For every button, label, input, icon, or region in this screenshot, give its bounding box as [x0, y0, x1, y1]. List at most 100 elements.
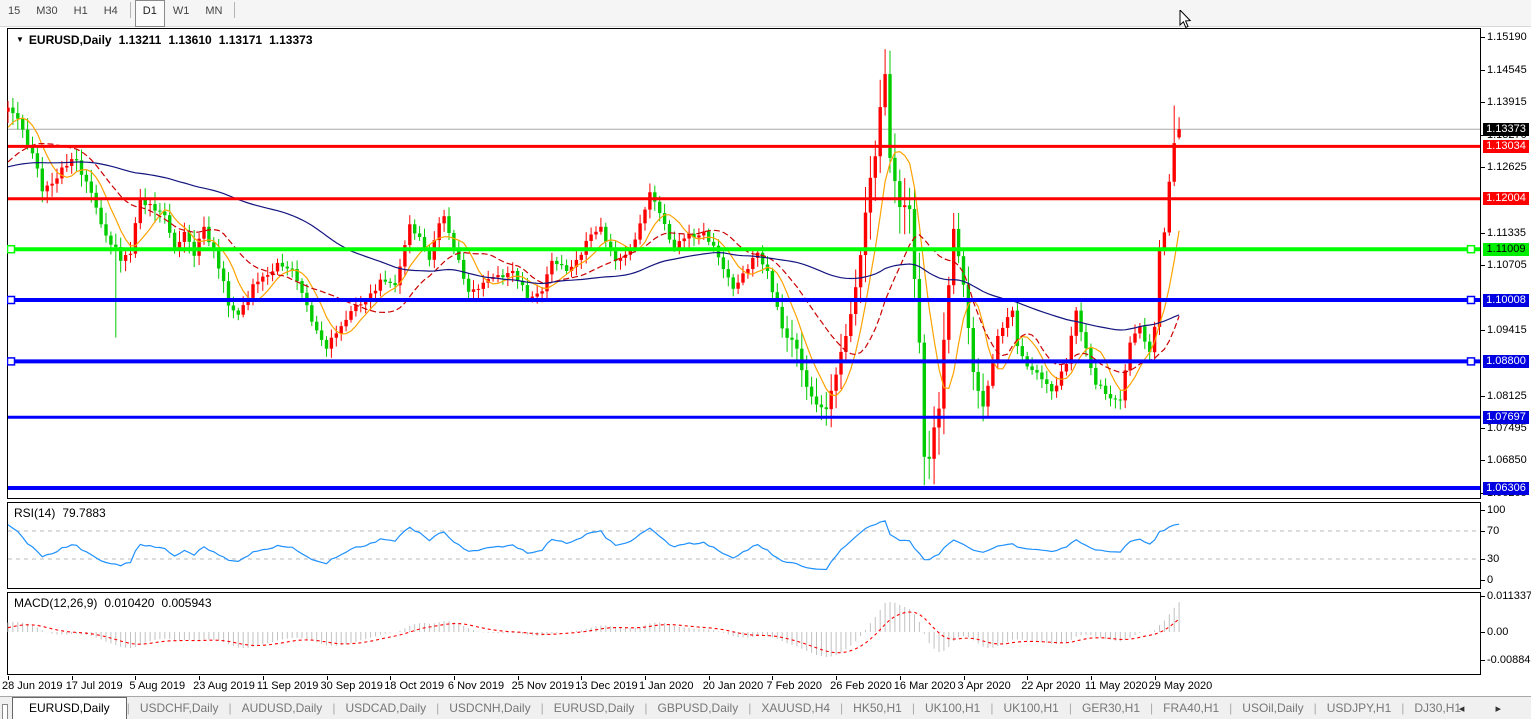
- timeframe-button-d1[interactable]: D1: [135, 0, 165, 27]
- main-chart[interactable]: [7, 28, 1481, 499]
- date-label: 1 Jan 2020: [639, 680, 693, 692]
- ohlc-high: 1.13610: [168, 33, 211, 47]
- price-label-1.13034: 1.13034: [1483, 140, 1529, 153]
- rsi-axis-tick: [1481, 580, 1485, 581]
- macd-main-value: 0.010420: [104, 596, 154, 610]
- date-label: 22 Apr 2020: [1021, 680, 1080, 692]
- price-axis-tick: [1481, 70, 1485, 71]
- chart-symbol: EURUSD,Daily: [29, 33, 112, 47]
- price-axis-tick: [1481, 396, 1485, 397]
- price-label-1.12004: 1.12004: [1483, 192, 1529, 205]
- macd-axis-tick: [1481, 660, 1485, 661]
- date-label: 17 Jul 2019: [66, 680, 123, 692]
- price-label-1.13373: 1.13373: [1483, 123, 1529, 136]
- price-axis-label: 1.12625: [1487, 161, 1527, 173]
- timeframe-button-m30[interactable]: M30: [28, 0, 65, 26]
- macd-axis-label: 0.011337: [1487, 590, 1531, 602]
- timeframe-button-h1[interactable]: H1: [66, 0, 96, 26]
- price-axis-tick: [1481, 265, 1485, 266]
- date-label: 7 Feb 2020: [766, 680, 822, 692]
- macd-signal-value: 0.005943: [161, 596, 211, 610]
- chart-tabs: EURUSD,Daily|USDCHF,Daily|AUDUSD,Daily|U…: [0, 696, 1531, 719]
- price-axis-label: 1.14545: [1487, 64, 1527, 76]
- macd-axis-tick: [1481, 596, 1485, 597]
- macd-axis-tick: [1481, 632, 1485, 633]
- chart-tab-usdjpy-h1[interactable]: USDJPY,H1: [1317, 697, 1401, 719]
- chart-tab-xauusd-h4[interactable]: XAUUSD,H4: [751, 697, 840, 719]
- date-label: 16 Mar 2020: [894, 680, 956, 692]
- price-axis-tick: [1481, 102, 1485, 103]
- rsi-axis-tick: [1481, 559, 1485, 560]
- price-axis-label: 1.10705: [1487, 259, 1527, 271]
- price-label-1.06306: 1.06306: [1483, 482, 1529, 495]
- macd-name: MACD(12,26,9): [14, 596, 97, 610]
- timeframe-button-mn[interactable]: MN: [197, 0, 230, 26]
- price-axis-label: 1.08125: [1487, 390, 1527, 402]
- date-label: 3 Apr 2020: [958, 680, 1011, 692]
- chart-tab-usoil-daily[interactable]: USOil,Daily: [1232, 697, 1313, 719]
- rsi-axis-tick: [1481, 531, 1485, 532]
- chart-tab-uk100-h1[interactable]: UK100,H1: [993, 697, 1068, 719]
- chart-tab-usdcnh-daily[interactable]: USDCNH,Daily: [439, 697, 540, 719]
- rsi-title: RSI(14) 79.7883: [14, 506, 106, 520]
- chart-tab-eurusd-daily[interactable]: EURUSD,Daily: [12, 697, 127, 719]
- price-label-1.08800: 1.08800: [1483, 355, 1529, 368]
- price-axis-label: 1.11335: [1487, 227, 1526, 239]
- tab-stub: [2, 704, 8, 719]
- chart-tab-gbpusd-daily[interactable]: GBPUSD,Daily: [648, 697, 749, 719]
- timeframe-toolbar: 15M30H1H4 D1W1MN: [0, 0, 1531, 27]
- rsi-axis-label: 100: [1487, 504, 1505, 516]
- tab-scroll-arrows[interactable]: ◂ ▸: [1459, 702, 1515, 715]
- timeframe-button-w1[interactable]: W1: [165, 0, 198, 26]
- price-axis-tick: [1481, 428, 1485, 429]
- ohlc-open: 1.13211: [119, 33, 162, 47]
- chart-tab-eurusd-daily[interactable]: EURUSD,Daily: [544, 697, 645, 719]
- price-label-1.07697: 1.07697: [1483, 411, 1529, 424]
- date-label: 25 Nov 2019: [512, 680, 574, 692]
- timeframe-button-15[interactable]: 15: [0, 0, 28, 26]
- rsi-axis-label: 70: [1487, 525, 1499, 537]
- rsi-name: RSI(14): [14, 506, 55, 520]
- toolbar-separator: [234, 2, 235, 18]
- chart-title: ▼ EURUSD,Daily 1.13211 1.13610 1.13171 1.1337…: [16, 33, 313, 47]
- rsi-axis-tick: [1481, 510, 1485, 511]
- rsi-value: 79.7883: [62, 506, 105, 520]
- mouse-cursor: [1179, 10, 1193, 30]
- price-axis-label: 1.13915: [1487, 96, 1527, 108]
- price-axis-tick: [1481, 167, 1485, 168]
- macd-axis-label: 0.00: [1487, 626, 1508, 638]
- date-label: 18 Oct 2019: [384, 680, 444, 692]
- macd-axis-label: -0.008848: [1487, 654, 1531, 666]
- chart-tab-usdchf-daily[interactable]: USDCHF,Daily: [130, 697, 229, 719]
- rsi-axis-label: 30: [1487, 553, 1499, 565]
- date-label: 30 Sep 2019: [321, 680, 383, 692]
- chart-tab-hk50-h1[interactable]: HK50,H1: [843, 697, 912, 719]
- chart-tab-audusd-daily[interactable]: AUDUSD,Daily: [232, 697, 333, 719]
- date-label: 23 Aug 2019: [193, 680, 255, 692]
- chart-tab-ger30-h1[interactable]: GER30,H1: [1072, 697, 1150, 719]
- ohlc-low: 1.13171: [219, 33, 262, 47]
- macd-title: MACD(12,26,9) 0.010420 0.005943: [14, 596, 212, 610]
- price-axis-label: 1.15190: [1487, 31, 1527, 43]
- price-axis-tick: [1481, 460, 1485, 461]
- date-label: 28 Jun 2019: [2, 680, 63, 692]
- price-axis-label: 1.06850: [1487, 454, 1527, 466]
- chart-tab-fra40-h1[interactable]: FRA40,H1: [1153, 697, 1229, 719]
- price-axis-label: 1.09415: [1487, 324, 1527, 336]
- price-axis-tick: [1481, 37, 1485, 38]
- symbol-dropdown-icon[interactable]: ▼: [16, 35, 24, 44]
- price-axis-tick: [1481, 330, 1485, 331]
- price-axis-tick: [1481, 233, 1485, 234]
- macd-panel[interactable]: [7, 592, 1481, 675]
- date-label: 26 Feb 2020: [830, 680, 892, 692]
- date-label: 13 Dec 2019: [575, 680, 637, 692]
- chart-tab-usdcad-daily[interactable]: USDCAD,Daily: [335, 697, 436, 719]
- chart-tab-uk100-h1[interactable]: UK100,H1: [915, 697, 990, 719]
- date-label: 5 Aug 2019: [129, 680, 185, 692]
- rsi-panel[interactable]: [7, 502, 1481, 589]
- date-axis: 28 Jun 2019 17 Jul 2019 5 Aug 2019 23 Au…: [0, 676, 1531, 696]
- date-label: 29 May 2020: [1149, 680, 1213, 692]
- timeframe-button-h4[interactable]: H4: [96, 0, 126, 26]
- ohlc-close: 1.13373: [269, 33, 312, 47]
- date-label: 6 Nov 2019: [448, 680, 504, 692]
